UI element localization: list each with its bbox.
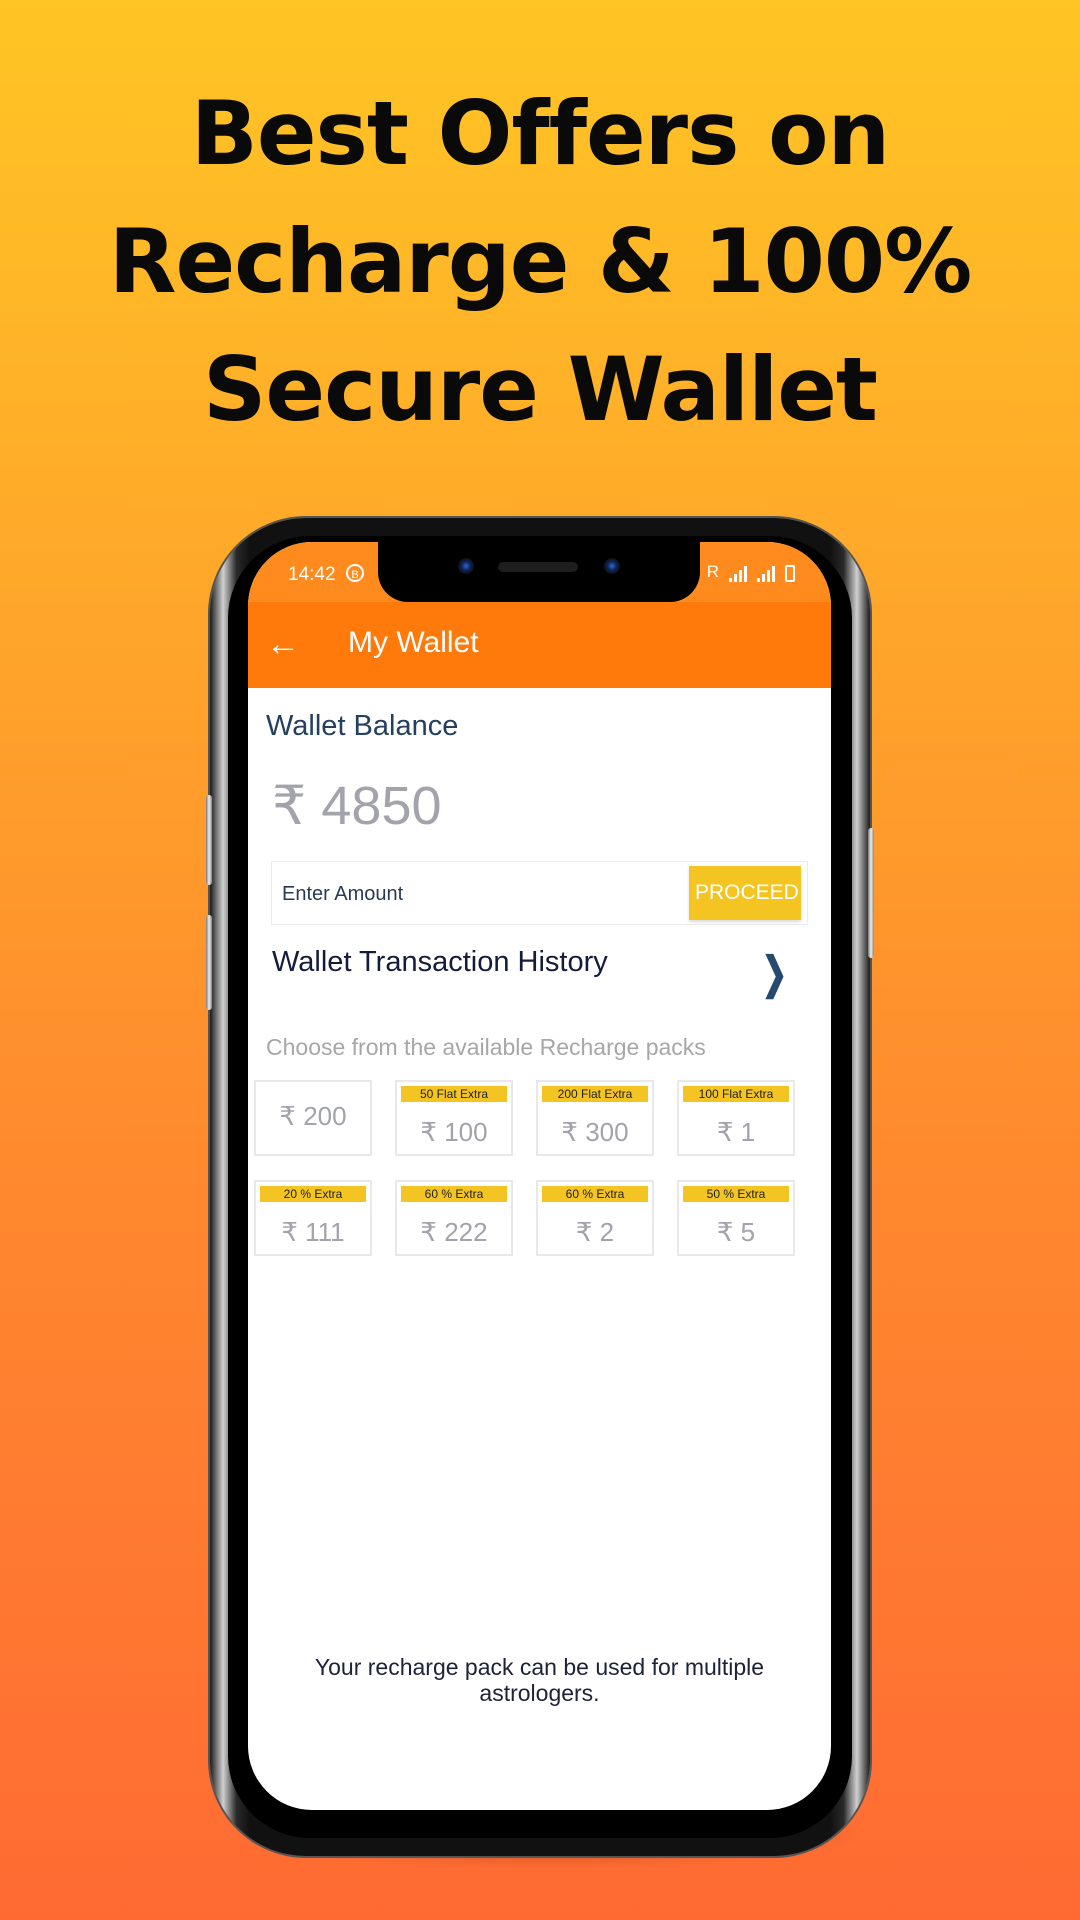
pack-price: ₹ 200 [279, 1101, 347, 1131]
front-camera-icon [458, 558, 474, 574]
transaction-history-link[interactable]: Wallet Transaction History ❯ [272, 938, 807, 998]
recharge-pack[interactable]: ₹ 200 [254, 1080, 372, 1156]
recharge-pack[interactable]: 200 Flat Extra ₹ 300 [536, 1080, 654, 1156]
recharge-pack[interactable]: 20 % Extra ₹ 111 [254, 1180, 372, 1256]
recharge-pack[interactable]: 50 % Extra ₹ 5 [677, 1180, 795, 1256]
pack-offer-badge: 100 Flat Extra [683, 1086, 789, 1102]
battery-icon [785, 565, 795, 582]
pack-offer-badge: 60 % Extra [401, 1186, 507, 1202]
pack-price: ₹ 222 [420, 1217, 488, 1247]
signal-icon [757, 566, 775, 582]
pack-price: ₹ 2 [575, 1217, 615, 1247]
wallet-balance-amount: ₹ 4850 [272, 774, 442, 837]
back-arrow-icon[interactable]: ← [266, 624, 300, 664]
headline-line-1: Best Offers on [190, 82, 890, 185]
b-notification-icon: B [346, 564, 364, 582]
phone-screen: 14:42 B R ← My Wallet Wallet Balance ₹ 4… [248, 542, 831, 1810]
chevron-right-icon: ❯ [761, 949, 788, 998]
recharge-pack[interactable]: 60 % Extra ₹ 2 [536, 1180, 654, 1256]
wallet-content: Wallet Balance ₹ 4850 PROCEED Wallet Tra… [248, 688, 831, 1810]
recharge-pack[interactable]: 50 Flat Extra ₹ 100 [395, 1080, 513, 1156]
amount-entry-row: PROCEED [272, 862, 807, 926]
status-right-icons: R [707, 562, 795, 582]
transaction-history-label: Wallet Transaction History [272, 946, 608, 978]
earpiece-speaker [498, 562, 578, 572]
pack-price: ₹ 111 [281, 1217, 345, 1247]
page-title: My Wallet [348, 626, 479, 659]
wallet-balance-label: Wallet Balance [266, 710, 459, 742]
pack-offer-badge: 50 Flat Extra [401, 1086, 507, 1102]
pack-offer-badge: 200 Flat Extra [542, 1086, 648, 1102]
promo-headline: Best Offers on Recharge & 100% Secure Wa… [0, 70, 1080, 454]
recharge-pack[interactable]: 100 Flat Extra ₹ 1 [677, 1080, 795, 1156]
rupee-icon: ₹ [272, 776, 307, 836]
volume-up-button [206, 795, 212, 885]
app-bar: ← My Wallet [248, 602, 831, 688]
pack-price: ₹ 1 [716, 1117, 756, 1147]
recharge-packs-grid: ₹ 200 50 Flat Extra ₹ 100 200 Flat Extra… [254, 1080, 814, 1256]
pack-price: ₹ 300 [561, 1117, 629, 1147]
pack-offer-badge: 20 % Extra [260, 1186, 366, 1202]
headline-line-2: Recharge & 100% [108, 210, 973, 313]
pack-price: ₹ 5 [716, 1217, 756, 1247]
proceed-button[interactable]: PROCEED [689, 866, 801, 920]
volume-down-button [206, 915, 212, 1010]
network-label: R [706, 562, 719, 581]
front-sensor-icon [604, 558, 620, 574]
recharge-footnote: Your recharge pack can be used for multi… [314, 1654, 765, 1706]
recharge-pack[interactable]: 60 % Extra ₹ 222 [395, 1180, 513, 1256]
phone-notch [378, 542, 700, 602]
headline-line-3: Secure Wallet [203, 338, 878, 441]
balance-value: 4850 [321, 776, 442, 836]
pack-price: ₹ 100 [420, 1117, 488, 1147]
signal-icon [729, 566, 747, 582]
pack-offer-badge: 60 % Extra [542, 1186, 648, 1202]
power-button [868, 828, 874, 958]
status-time: 14:42 [288, 564, 336, 585]
recharge-packs-heading: Choose from the available Recharge packs [266, 1034, 706, 1060]
amount-input[interactable] [272, 862, 679, 926]
pack-offer-badge: 50 % Extra [683, 1186, 789, 1202]
